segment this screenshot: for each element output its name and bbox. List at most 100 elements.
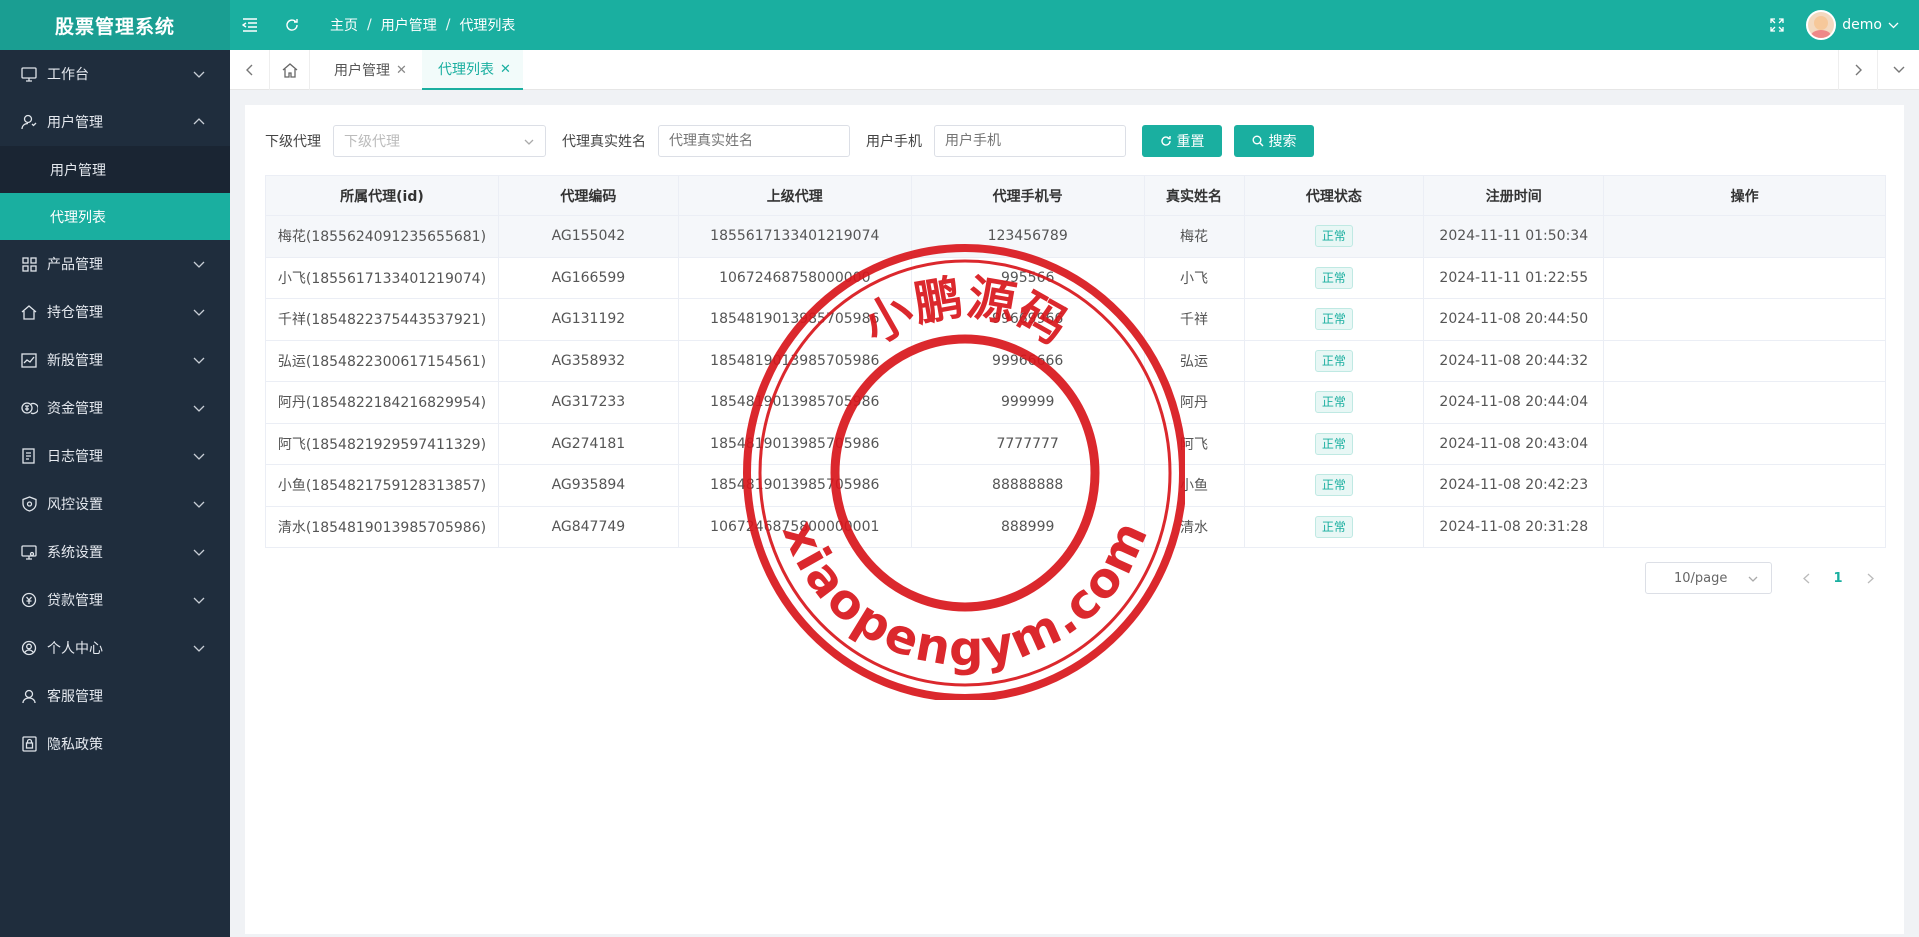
tab-agent-list[interactable]: 代理列表 ✕ (422, 50, 523, 90)
breadcrumb-home[interactable]: 主页 (330, 15, 358, 35)
close-icon[interactable]: ✕ (396, 63, 407, 78)
chevron-down-icon (1893, 66, 1905, 73)
user-name[interactable]: demo (1842, 17, 1882, 33)
table-cell: 1854819013985705986 (677, 464, 912, 507)
table-cell: 1855617133401219074 (677, 215, 912, 258)
table-row[interactable]: 梅花(1855624091235655681) AG155042 185561713… (265, 215, 1886, 258)
reset-button[interactable]: 重置 (1142, 125, 1222, 157)
sidebar-item-label: 产品管理 (47, 257, 103, 273)
sub-agent-placeholder: 下级代理 (344, 134, 400, 150)
sidebar-item-11[interactable]: 客服管理 (0, 672, 230, 720)
table-cell: 阿丹(1854822184216829954) (265, 381, 499, 424)
table-cell: AG131192 (497, 298, 679, 341)
table-cell (1603, 381, 1886, 424)
collapse-menu-icon[interactable] (240, 15, 260, 35)
tab-scroll-left-button[interactable] (230, 50, 270, 90)
sidebar-item-0[interactable]: 工作台 (0, 50, 230, 98)
chevron-down-icon (193, 357, 205, 364)
shield-icon (20, 495, 38, 513)
sidebar-item-2[interactable]: 产品管理 (0, 240, 230, 288)
table-row[interactable]: 小鱼(1854821759128313857) AG935894 185481901… (265, 464, 1886, 507)
sidebar-item-10[interactable]: 个人中心 (0, 624, 230, 672)
table-cell: 2024-11-08 20:44:50 (1423, 298, 1605, 341)
prev-page-button[interactable] (1790, 562, 1822, 594)
table-cell: 10672468758000000 (677, 256, 912, 299)
tab-menu-button[interactable] (1879, 50, 1919, 90)
chevron-down-icon (193, 453, 205, 460)
column-header: 注册时间 (1423, 175, 1605, 216)
status-badge: 正常 (1314, 266, 1353, 289)
sidebar-item-9[interactable]: 贷款管理 (0, 576, 230, 624)
home-icon (20, 303, 38, 321)
app-root: 股票管理系统 主页 / 用户管理 / 代理列表 demo 工作台 用户管理 用户管理… (0, 0, 1919, 937)
sidebar-item-7[interactable]: 风控设置 (0, 480, 230, 528)
sidebar-item-3[interactable]: 持仓管理 (0, 288, 230, 336)
page-number-current[interactable]: 1 (1822, 562, 1854, 594)
home-icon (282, 62, 297, 78)
status-badge: 正常 (1314, 391, 1353, 414)
table-row[interactable]: 阿丹(1854822184216829954) AG317233 185481901… (265, 381, 1886, 424)
table-row[interactable]: 千祥(1854822375443537921) AG131192 185481901… (265, 298, 1886, 341)
table-cell: AG317233 (497, 381, 679, 424)
table-row[interactable]: 阿飞(1854821929597411329) AG274181 185481901… (265, 422, 1886, 465)
status-badge: 正常 (1314, 474, 1353, 497)
sidebar-subitem-1-1[interactable]: 代理列表 (0, 193, 230, 240)
sidebar-item-label: 贷款管理 (47, 593, 103, 609)
table-cell (1603, 298, 1886, 341)
sidebar-item-5[interactable]: 资金管理 (0, 384, 230, 432)
top-header: 股票管理系统 主页 / 用户管理 / 代理列表 demo (0, 0, 1919, 50)
close-icon[interactable]: ✕ (500, 62, 511, 77)
column-header: 代理手机号 (910, 175, 1145, 216)
monitor-icon (20, 65, 38, 83)
column-header: 操作 (1603, 175, 1886, 216)
table-row[interactable]: 清水(1854819013985705986) AG847749 106724687… (265, 505, 1886, 548)
breadcrumb-user-management[interactable]: 用户管理 (381, 15, 437, 35)
user-circle-icon (20, 639, 38, 657)
sub-agent-select[interactable]: 下级代理 (333, 125, 546, 157)
fullscreen-icon[interactable] (1767, 15, 1787, 35)
sidebar-item-label: 资金管理 (47, 401, 103, 417)
breadcrumb-agent-list: 代理列表 (459, 18, 516, 34)
table-cell: AG935894 (497, 464, 679, 507)
filter-bar: 下级代理 下级代理 代理真实姓名 用户手机 重置 搜索 (265, 125, 1314, 157)
table-cell: 99966666 (910, 339, 1145, 382)
table-cell: 小飞(1855617133401219074) (265, 256, 499, 299)
table-cell: AG166599 (497, 256, 679, 299)
table-header-row: 所属代理(id) 代理编码 上级代理 代理手机号 真实姓名 代理状态 注册时间 操作 (265, 175, 1886, 216)
sidebar-item-1[interactable]: 用户管理 (0, 98, 230, 146)
tab-label: 代理列表 (438, 62, 494, 78)
sidebar-subitem-1-0[interactable]: 用户管理 (0, 146, 230, 193)
table-cell: 2024-11-08 20:42:23 (1423, 464, 1605, 507)
table-cell: 1854819013985705986 (677, 422, 912, 465)
table-cell: 清水 (1143, 505, 1245, 548)
breadcrumb-separator: / (367, 17, 372, 33)
table-cell: 7777777 (910, 422, 1145, 465)
chevron-left-icon (1802, 573, 1809, 583)
table-row[interactable]: 弘运(1854822300617154561) AG358932 185481901… (265, 339, 1886, 382)
sidebar-item-6[interactable]: 日志管理 (0, 432, 230, 480)
sidebar-item-12[interactable]: 隐私政策 (0, 720, 230, 768)
sidebar-item-label: 系统设置 (47, 545, 103, 561)
table-cell: 99669966 (910, 298, 1145, 341)
user-menu[interactable]: demo (1806, 0, 1899, 50)
table-cell (1603, 422, 1886, 465)
sidebar-item-4[interactable]: 新股管理 (0, 336, 230, 384)
real-name-input[interactable] (658, 125, 850, 157)
table-row[interactable]: 小飞(1855617133401219074) AG166599 106724687… (265, 256, 1886, 299)
refresh-icon (1160, 136, 1171, 146)
table-cell: 正常 (1243, 464, 1425, 507)
avatar[interactable] (1806, 10, 1837, 40)
next-page-button[interactable] (1854, 562, 1886, 594)
page-size-select[interactable]: 10/page (1645, 562, 1772, 594)
table-cell: 123456789 (910, 215, 1145, 258)
tab-scroll-right-button[interactable] (1838, 50, 1878, 90)
tab-home[interactable] (270, 50, 310, 90)
search-button[interactable]: 搜索 (1234, 125, 1314, 157)
table-cell: 888999 (910, 505, 1145, 548)
phone-input[interactable] (934, 125, 1126, 157)
sidebar-item-8[interactable]: 系统设置 (0, 528, 230, 576)
agent-table: 所属代理(id) 代理编码 上级代理 代理手机号 真实姓名 代理状态 注册时间 操作 梅花(1… (265, 175, 1886, 548)
tab-user-management[interactable]: 用户管理 ✕ (318, 50, 419, 90)
refresh-icon[interactable] (282, 15, 302, 35)
table-cell: 88888888 (910, 464, 1145, 507)
